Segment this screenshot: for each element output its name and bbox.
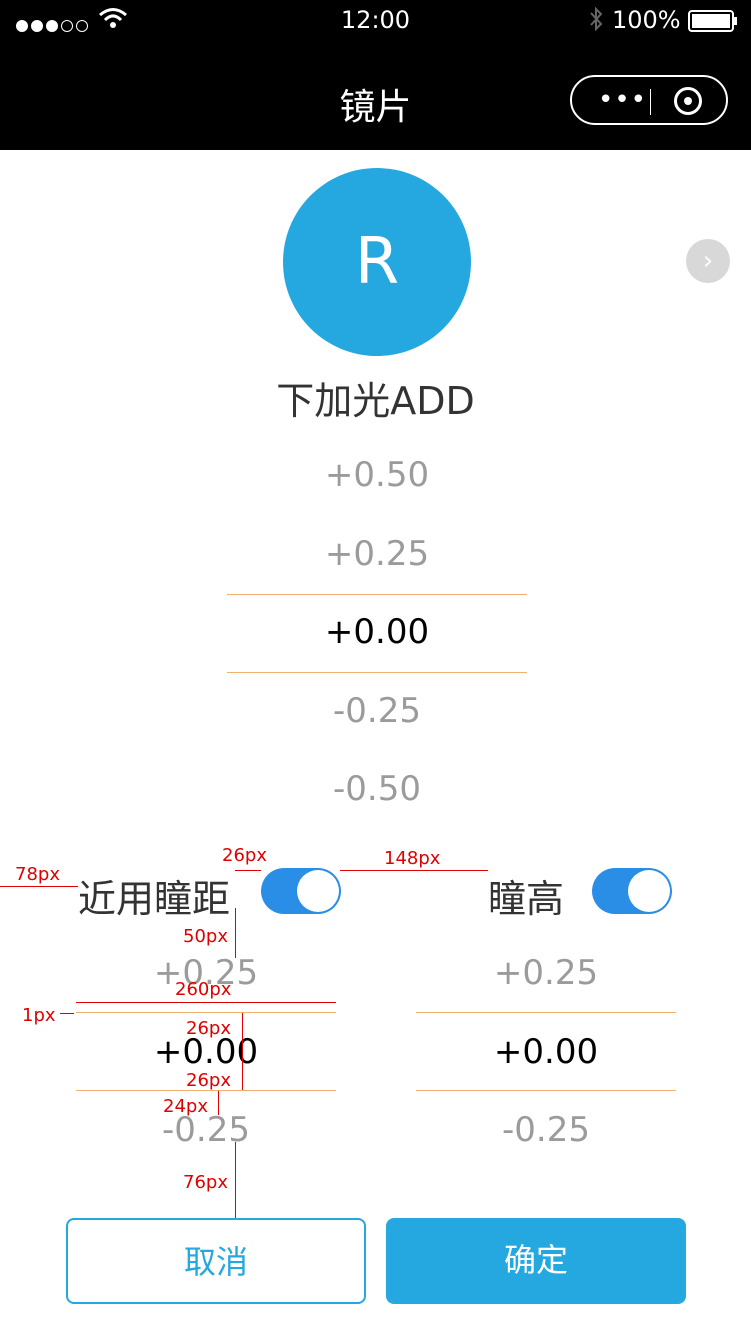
toggle-knob xyxy=(297,870,339,912)
eye-badge: R xyxy=(283,168,471,356)
pupil-height-option[interactable]: -0.25 xyxy=(416,1110,676,1150)
add-heading: 下加光ADD xyxy=(276,379,475,423)
annotation-148px: 148px xyxy=(384,848,441,869)
more-dots-icon[interactable]: ••• xyxy=(598,87,646,113)
annotation-line xyxy=(0,886,78,887)
confirm-button[interactable]: 确定 xyxy=(386,1218,686,1304)
picker-selected[interactable]: +0.00 xyxy=(227,612,527,652)
pupil-height-label: 瞳高 xyxy=(488,877,565,921)
target-icon[interactable] xyxy=(674,87,702,115)
picker-option[interactable]: -0.25 xyxy=(227,691,527,731)
pupil-height-selected[interactable]: +0.00 xyxy=(416,1032,676,1072)
status-bar: 12:00 100% xyxy=(0,0,751,44)
capsule-divider xyxy=(650,89,651,115)
chevron-right-icon[interactable]: › xyxy=(686,239,730,283)
annotation-24px: 24px xyxy=(163,1096,208,1117)
annotation-line xyxy=(76,1002,336,1003)
picker-divider xyxy=(416,1012,676,1013)
annotation-line xyxy=(218,1091,219,1115)
picker-option[interactable]: -0.50 xyxy=(227,769,527,809)
annotation-line xyxy=(235,870,261,871)
annotation-26px: 26px xyxy=(186,1070,231,1091)
pupil-height-toggle[interactable] xyxy=(592,868,672,914)
annotation-260px: 260px xyxy=(175,979,232,1000)
annotation-line xyxy=(242,1013,243,1090)
annotation-line xyxy=(340,870,488,871)
picker-divider xyxy=(416,1090,676,1091)
picker-divider xyxy=(227,594,527,595)
battery-icon xyxy=(688,10,737,32)
picker-divider xyxy=(227,672,527,673)
annotation-78px: 78px xyxy=(15,864,60,885)
annotation-26px: 26px xyxy=(186,1018,231,1039)
bluetooth-icon xyxy=(590,6,603,32)
annotation-line xyxy=(60,1013,74,1014)
near-pd-label: 近用瞳距 xyxy=(78,877,231,921)
annotation-26px: 26px xyxy=(222,845,267,866)
annotation-50px: 50px xyxy=(183,926,228,947)
picker-option[interactable]: +0.50 xyxy=(227,455,527,495)
cancel-button[interactable]: 取消 xyxy=(66,1218,366,1304)
annotation-line xyxy=(235,1142,236,1218)
near-pd-toggle[interactable] xyxy=(261,868,341,914)
battery-percent: 100% xyxy=(612,6,681,34)
picker-option[interactable]: +0.25 xyxy=(227,534,527,574)
pupil-height-option[interactable]: +0.25 xyxy=(416,953,676,993)
toggle-knob xyxy=(628,870,670,912)
picker-divider xyxy=(76,1012,336,1013)
annotation-76px: 76px xyxy=(183,1172,228,1193)
annotation-1px: 1px xyxy=(22,1005,56,1026)
mini-program-capsule: ••• xyxy=(570,75,728,125)
annotation-line xyxy=(235,908,236,958)
